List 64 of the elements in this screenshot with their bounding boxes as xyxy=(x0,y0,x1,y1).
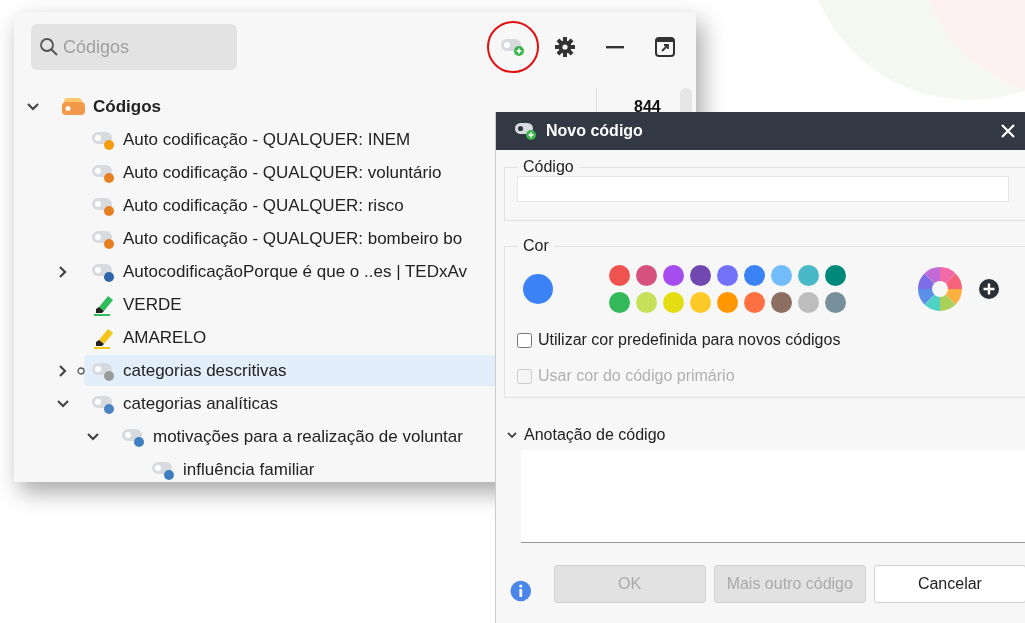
dialog-title: Novo código xyxy=(546,122,643,140)
tree-row[interactable]: AutocodificaçãoPorque é que o ..es | TEDxAv xyxy=(14,255,696,288)
search-field[interactable]: Códigos xyxy=(31,24,237,70)
settings-icon[interactable] xyxy=(554,36,576,58)
field-label: Cor xyxy=(522,237,550,255)
tree-label[interactable]: AutocodificaçãoPorque é que o ..es | TEDxAv xyxy=(123,261,467,282)
chevron-down-icon[interactable] xyxy=(86,431,100,442)
code-name-field[interactable] xyxy=(517,176,1009,202)
color-swatch[interactable] xyxy=(771,292,792,313)
checkbox-label: Usar cor do código primário xyxy=(538,367,735,385)
color-swatch[interactable] xyxy=(690,265,711,286)
new-code-icon[interactable] xyxy=(500,36,526,58)
color-swatch[interactable] xyxy=(798,292,819,313)
dialog-button[interactable]: Cancelar xyxy=(873,565,1025,603)
color-swatch[interactable] xyxy=(663,292,684,313)
add-color-icon[interactable] xyxy=(978,278,1000,300)
tree-label[interactable]: Auto codificação - QUALQUER: bombeiro bo xyxy=(123,228,463,249)
color-swatch[interactable] xyxy=(717,265,738,286)
chevron-down-icon[interactable] xyxy=(56,398,70,409)
tree-label[interactable]: influência familiar xyxy=(183,459,315,480)
tree-row[interactable]: influência familiar xyxy=(14,453,696,482)
color-swatch[interactable] xyxy=(609,265,630,286)
close-icon[interactable] xyxy=(1000,123,1016,139)
color-swatch[interactable] xyxy=(663,265,684,286)
code-folder-icon xyxy=(61,96,87,117)
new-code-icon xyxy=(514,121,538,141)
color-swatch[interactable] xyxy=(771,265,792,286)
color-swatch[interactable] xyxy=(636,292,657,313)
tree-label[interactable]: Auto codificação - QUALQUER: INEM xyxy=(123,129,411,150)
color-swatch[interactable] xyxy=(609,292,630,313)
annotation-field[interactable] xyxy=(521,450,1025,543)
tree-label[interactable]: Códigos xyxy=(93,96,161,117)
chevron-right-icon[interactable] xyxy=(58,264,68,279)
tree-row[interactable]: categorias analíticas xyxy=(14,387,696,420)
color-swatch[interactable] xyxy=(744,265,765,286)
chevron-down-icon[interactable] xyxy=(26,101,40,112)
tree-row[interactable]: Códigos 844 xyxy=(14,90,696,123)
tree-row[interactable]: Auto codificação - QUALQUER: risco xyxy=(14,189,696,222)
hover-circle-icon xyxy=(77,366,85,375)
color-swatch[interactable] xyxy=(636,265,657,286)
tree-row[interactable]: VERDE xyxy=(14,288,696,321)
color-swatch[interactable] xyxy=(825,292,846,313)
checkbox-label: Utilizar cor predefinida para novos códigos xyxy=(538,331,841,349)
color-wheel-icon[interactable] xyxy=(918,267,962,311)
color-swatch[interactable] xyxy=(798,265,819,286)
color-swatch[interactable] xyxy=(717,292,738,313)
code-count: 844 xyxy=(634,97,661,116)
tree-label[interactable]: Auto codificação - QUALQUER: voluntário xyxy=(123,162,442,183)
info-icon[interactable] xyxy=(510,580,532,602)
tree-label[interactable]: Auto codificação - QUALQUER: risco xyxy=(123,195,404,216)
tree-label[interactable]: VERDE xyxy=(123,294,182,315)
chevron-down-icon[interactable] xyxy=(506,430,518,440)
section-label[interactable]: Anotação de código xyxy=(524,426,666,444)
color-swatch[interactable] xyxy=(744,292,765,313)
field-label: Código xyxy=(522,158,575,176)
color-swatch[interactable] xyxy=(690,292,711,313)
color-swatch[interactable] xyxy=(825,265,846,286)
tree-label[interactable]: categorias descritivas xyxy=(123,360,287,381)
tree-label[interactable]: categorias analíticas xyxy=(123,393,278,414)
tree-label[interactable]: motivações para a realização de voluntar xyxy=(153,426,463,447)
tree-label[interactable]: AMARELO xyxy=(123,327,207,348)
pop-out-icon[interactable] xyxy=(654,36,676,58)
checkbox[interactable] xyxy=(517,332,532,348)
chevron-right-icon[interactable] xyxy=(58,363,68,378)
